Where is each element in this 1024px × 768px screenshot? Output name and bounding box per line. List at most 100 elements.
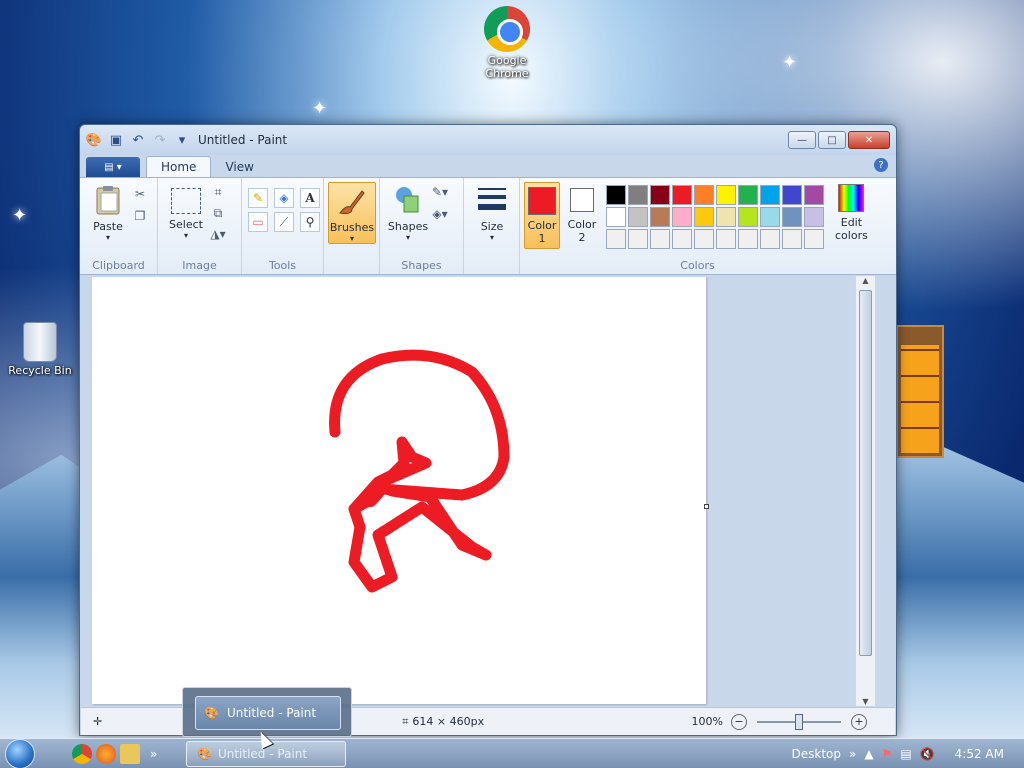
palette-swatch[interactable] xyxy=(671,185,692,205)
desktop-icon-recycle-bin[interactable]: Recycle Bin xyxy=(0,322,80,377)
magnifier-icon[interactable]: ⚲ xyxy=(300,212,320,232)
size-icon xyxy=(478,188,506,210)
minimize-button[interactable]: — xyxy=(788,131,816,149)
palette-swatch[interactable] xyxy=(671,207,692,227)
zoom-out-icon[interactable]: − xyxy=(731,713,747,730)
palette-swatch[interactable] xyxy=(759,229,780,249)
palette-swatch[interactable] xyxy=(649,207,670,227)
zoom-slider-thumb[interactable] xyxy=(795,713,803,730)
palette-swatch[interactable] xyxy=(737,207,758,227)
fill-shape-icon[interactable]: ◈▾ xyxy=(432,206,448,222)
maximize-button[interactable]: □ xyxy=(818,131,846,149)
palette-swatch[interactable] xyxy=(803,207,824,227)
palette-swatch[interactable] xyxy=(693,207,714,227)
colors-group: Color 1 Color 2 Edit colors Colors xyxy=(520,178,875,274)
scroll-down-icon[interactable]: ▼ xyxy=(856,697,875,706)
select-button[interactable]: Select ▾ xyxy=(162,182,210,242)
paint-app-icon: 🎨 xyxy=(204,706,219,720)
save-icon[interactable]: ▣ xyxy=(108,132,124,148)
redo-icon[interactable]: ↷ xyxy=(152,132,168,148)
customize-qat-icon[interactable]: ▾ xyxy=(174,132,190,148)
zoom-in-icon[interactable]: + xyxy=(851,713,867,730)
color2-number: 2 xyxy=(578,231,586,244)
canvas-resize-handle[interactable] xyxy=(704,504,709,509)
firefox-taskbar-icon[interactable] xyxy=(96,743,116,764)
toolbar-overflow-icon[interactable]: » xyxy=(150,747,157,761)
palette-swatch[interactable] xyxy=(693,229,714,249)
palette-swatch[interactable] xyxy=(671,229,692,249)
undo-icon[interactable]: ↶ xyxy=(130,132,146,148)
brushes-button[interactable]: Brushes ▾ xyxy=(328,182,376,244)
scroll-thumb[interactable] xyxy=(859,290,872,656)
windows-logo-icon xyxy=(5,738,35,768)
palette-swatch[interactable] xyxy=(781,229,802,249)
palette-swatch[interactable] xyxy=(781,207,802,227)
color2-swatch xyxy=(569,188,594,212)
desktop-toolbar-chevron[interactable]: » xyxy=(849,747,856,761)
palette-swatch[interactable] xyxy=(627,229,648,249)
chrome-icon xyxy=(484,6,530,52)
palette-swatch[interactable] xyxy=(737,229,758,249)
palette-swatch[interactable] xyxy=(627,207,648,227)
paste-button[interactable]: Paste ▾ xyxy=(84,182,132,242)
pencil-icon[interactable]: ✎ xyxy=(248,188,268,208)
palette-swatch[interactable] xyxy=(759,185,780,205)
clock[interactable]: 4:52 AM xyxy=(955,747,1004,761)
close-icon: ✕ xyxy=(864,134,874,146)
network-icon[interactable]: ▤ xyxy=(900,747,911,761)
eraser-icon[interactable]: ▭ xyxy=(248,212,268,232)
palette-swatch[interactable] xyxy=(803,229,824,249)
outline-icon[interactable]: ✎▾ xyxy=(432,184,448,200)
fill-icon[interactable]: ◈ xyxy=(274,188,294,208)
paint-menu-button[interactable]: ▤ ▾ xyxy=(86,157,140,177)
palette-swatch[interactable] xyxy=(693,185,714,205)
palette-swatch[interactable] xyxy=(649,185,670,205)
copy-icon[interactable]: ❐ xyxy=(132,208,148,224)
vertical-scrollbar[interactable]: ▲ ▼ xyxy=(855,276,875,706)
color2-button[interactable]: Color 2 xyxy=(564,182,600,249)
palette-swatch[interactable] xyxy=(781,185,802,205)
desktop-icon-chrome[interactable]: Google Chrome xyxy=(467,6,547,80)
crop-icon[interactable]: ⌗ xyxy=(210,184,226,200)
show-hidden-icons-icon[interactable]: ▲ xyxy=(864,747,873,761)
explorer-taskbar-icon[interactable] xyxy=(120,743,140,764)
palette-swatch[interactable] xyxy=(737,185,758,205)
close-button[interactable]: ✕ xyxy=(848,131,890,149)
title-bar[interactable]: 🎨 ▣ ↶ ↷ ▾ Untitled - Paint — □ ✕ xyxy=(80,125,896,155)
cursor-position-icon: ✛ xyxy=(93,715,103,728)
palette-swatch[interactable] xyxy=(715,185,736,205)
scroll-up-icon[interactable]: ▲ xyxy=(856,276,875,285)
color-picker-icon[interactable]: ⟋ xyxy=(274,212,294,232)
palette-swatch[interactable] xyxy=(715,229,736,249)
color1-button[interactable]: Color 1 xyxy=(524,182,561,249)
chrome-taskbar-icon[interactable] xyxy=(72,743,92,764)
tab-view[interactable]: View xyxy=(211,157,267,177)
drawing-canvas[interactable] xyxy=(92,277,709,704)
text-icon[interactable]: A xyxy=(300,188,320,208)
palette-swatch[interactable] xyxy=(715,207,736,227)
preview-item-paint[interactable]: 🎨 Untitled - Paint xyxy=(195,696,341,730)
rotate-icon[interactable]: ◮▾ xyxy=(210,226,226,242)
palette-swatch[interactable] xyxy=(627,185,648,205)
palette-swatch[interactable] xyxy=(605,207,626,227)
desktop-toolbar-label[interactable]: Desktop xyxy=(792,747,842,761)
tab-home[interactable]: Home xyxy=(146,156,212,177)
gadget-widget[interactable] xyxy=(896,325,944,458)
palette-swatch[interactable] xyxy=(605,229,626,249)
desktop-icon-label: Google xyxy=(487,54,527,67)
help-icon[interactable]: ? xyxy=(874,158,888,172)
zoom-slider[interactable] xyxy=(757,713,841,730)
resize-icon[interactable]: ⧉ xyxy=(210,205,226,221)
palette-swatch[interactable] xyxy=(759,207,780,227)
volume-icon[interactable]: 🔇 xyxy=(920,747,935,761)
cut-icon[interactable]: ✂ xyxy=(132,186,148,202)
shapes-button[interactable]: Shapes ▾ xyxy=(384,182,432,242)
start-button[interactable] xyxy=(0,738,40,768)
palette-swatch[interactable] xyxy=(605,185,626,205)
palette-swatch[interactable] xyxy=(803,185,824,205)
action-center-icon[interactable]: ⚑ xyxy=(882,747,893,761)
edit-colors-button[interactable]: Edit colors xyxy=(832,182,871,249)
palette-swatch[interactable] xyxy=(649,229,670,249)
desktop-icon-label: Chrome xyxy=(485,67,529,80)
size-button[interactable]: Size ▾ xyxy=(468,182,516,242)
